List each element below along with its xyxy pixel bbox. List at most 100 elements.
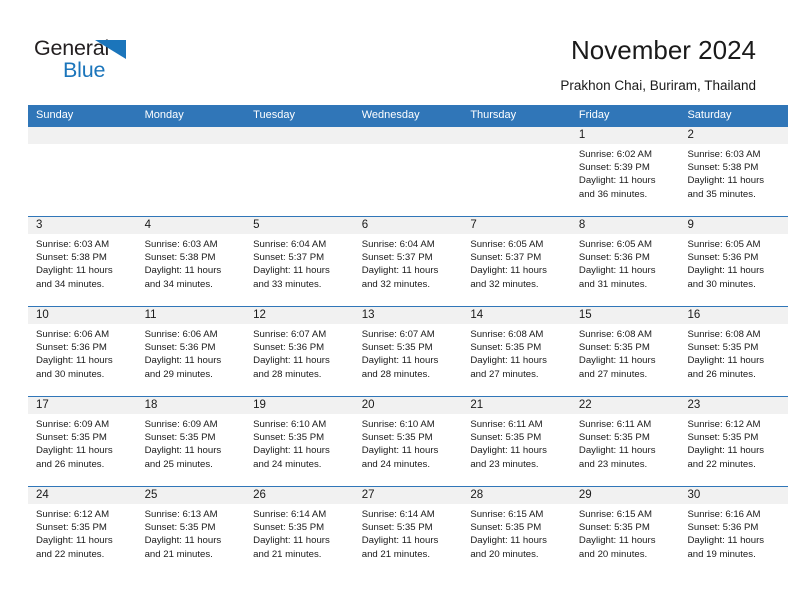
daylight-line-2: and 21 minutes. bbox=[253, 548, 322, 560]
day-number: 4 bbox=[144, 219, 151, 231]
day-cell[interactable] bbox=[245, 144, 354, 215]
daylight-line-2: and 29 minutes. bbox=[144, 368, 213, 380]
week-day-number-band: 17 18 19 20 21 22 23 bbox=[28, 397, 788, 414]
daylight-line-1: Daylight: 11 hours bbox=[470, 445, 547, 457]
sunset-line: Sunset: 5:36 PM bbox=[687, 522, 759, 534]
day-cell[interactable]: Sunrise: 6:14 AM Sunset: 5:35 PM Dayligh… bbox=[354, 504, 463, 575]
daylight-line-1: Daylight: 11 hours bbox=[36, 355, 113, 367]
general-blue-logo[interactable]: General Blue bbox=[34, 36, 164, 88]
daylight-line-2: and 22 minutes. bbox=[36, 548, 105, 560]
page-header: General Blue November 2024 Prakhon Chai,… bbox=[0, 0, 792, 104]
day-cell[interactable]: Sunrise: 6:16 AM Sunset: 5:36 PM Dayligh… bbox=[679, 504, 788, 575]
daylight-line-1: Daylight: 11 hours bbox=[687, 445, 765, 457]
sunset-line: Sunset: 5:35 PM bbox=[578, 432, 650, 444]
sunrise-line: Sunrise: 6:06 AM bbox=[144, 329, 218, 340]
day-number: 18 bbox=[144, 399, 158, 411]
daylight-line-1: Daylight: 11 hours bbox=[361, 445, 439, 457]
day-cell[interactable]: Sunrise: 6:14 AM Sunset: 5:35 PM Dayligh… bbox=[245, 504, 354, 575]
sunrise-line: Sunrise: 6:03 AM bbox=[687, 149, 761, 160]
day-number: 10 bbox=[36, 309, 49, 321]
sunrise-line: Sunrise: 6:15 AM bbox=[578, 509, 652, 520]
sunrise-line: Sunrise: 6:08 AM bbox=[578, 329, 652, 340]
day-number: 5 bbox=[253, 219, 260, 231]
day-cell[interactable]: Sunrise: 6:08 AM Sunset: 5:35 PM Dayligh… bbox=[571, 324, 680, 395]
day-cell[interactable]: Sunrise: 6:03 AM Sunset: 5:38 PM Dayligh… bbox=[137, 234, 246, 305]
day-number: 13 bbox=[361, 309, 375, 321]
sunrise-line: Sunrise: 6:15 AM bbox=[470, 509, 544, 520]
daylight-line-1: Daylight: 11 hours bbox=[687, 355, 765, 367]
day-cell[interactable]: Sunrise: 6:10 AM Sunset: 5:35 PM Dayligh… bbox=[354, 414, 463, 485]
day-cell[interactable]: Sunrise: 6:09 AM Sunset: 5:35 PM Dayligh… bbox=[137, 414, 246, 485]
sunrise-line: Sunrise: 6:03 AM bbox=[144, 239, 218, 250]
day-number: 22 bbox=[578, 399, 592, 411]
daylight-line-2: and 24 minutes. bbox=[253, 458, 322, 470]
sunset-line: Sunset: 5:35 PM bbox=[687, 432, 759, 444]
day-number: 24 bbox=[36, 489, 49, 501]
day-cell[interactable]: Sunrise: 6:11 AM Sunset: 5:35 PM Dayligh… bbox=[571, 414, 680, 485]
daylight-line-2: and 27 minutes. bbox=[578, 368, 648, 380]
day-cell[interactable] bbox=[137, 144, 246, 215]
day-cell[interactable]: Sunrise: 6:08 AM Sunset: 5:35 PM Dayligh… bbox=[462, 324, 571, 395]
daylight-line-1: Daylight: 11 hours bbox=[578, 175, 656, 187]
day-cell[interactable]: Sunrise: 6:04 AM Sunset: 5:37 PM Dayligh… bbox=[245, 234, 354, 305]
day-cell[interactable] bbox=[354, 144, 463, 215]
daylight-line-2: and 25 minutes. bbox=[144, 458, 213, 470]
day-cell[interactable]: Sunrise: 6:09 AM Sunset: 5:35 PM Dayligh… bbox=[28, 414, 137, 485]
weekday-header-sunday: Sunday bbox=[36, 109, 74, 121]
week-row: 3 4 5 6 7 8 9 Sunrise: 6:03 AM Sunset: 5… bbox=[28, 216, 788, 306]
daylight-line-2: and 24 minutes. bbox=[361, 458, 431, 470]
day-cell[interactable]: Sunrise: 6:12 AM Sunset: 5:35 PM Dayligh… bbox=[679, 414, 788, 485]
daylight-line-2: and 34 minutes. bbox=[144, 278, 213, 290]
day-cell[interactable]: Sunrise: 6:12 AM Sunset: 5:35 PM Dayligh… bbox=[28, 504, 137, 575]
sunrise-line: Sunrise: 6:02 AM bbox=[578, 149, 652, 160]
day-cell[interactable] bbox=[28, 144, 137, 215]
day-cell[interactable] bbox=[462, 144, 571, 215]
day-cell[interactable]: Sunrise: 6:15 AM Sunset: 5:35 PM Dayligh… bbox=[571, 504, 680, 575]
daylight-line-1: Daylight: 11 hours bbox=[36, 445, 113, 457]
daylight-line-1: Daylight: 11 hours bbox=[144, 265, 222, 277]
sunrise-line: Sunrise: 6:12 AM bbox=[36, 509, 110, 520]
day-number: 20 bbox=[361, 399, 375, 411]
day-cell[interactable]: Sunrise: 6:10 AM Sunset: 5:35 PM Dayligh… bbox=[245, 414, 354, 485]
day-cell[interactable]: Sunrise: 6:02 AM Sunset: 5:39 PM Dayligh… bbox=[571, 144, 680, 215]
sunrise-line: Sunrise: 6:03 AM bbox=[36, 239, 110, 250]
calendar-grid: Sunday Monday Tuesday Wednesday Thursday… bbox=[28, 105, 788, 576]
day-cell[interactable]: Sunrise: 6:03 AM Sunset: 5:38 PM Dayligh… bbox=[28, 234, 137, 305]
sunset-line: Sunset: 5:35 PM bbox=[687, 342, 759, 354]
weekday-header-wednesday: Wednesday bbox=[361, 109, 420, 121]
daylight-line-1: Daylight: 11 hours bbox=[253, 265, 330, 277]
day-number bbox=[462, 127, 571, 144]
sunset-line: Sunset: 5:35 PM bbox=[144, 432, 216, 444]
day-cell[interactable]: Sunrise: 6:07 AM Sunset: 5:35 PM Dayligh… bbox=[354, 324, 463, 395]
day-cell[interactable]: Sunrise: 6:04 AM Sunset: 5:37 PM Dayligh… bbox=[354, 234, 463, 305]
sunset-line: Sunset: 5:35 PM bbox=[253, 432, 325, 444]
logo-text-blue: Blue bbox=[63, 58, 106, 82]
day-cell[interactable]: Sunrise: 6:13 AM Sunset: 5:35 PM Dayligh… bbox=[137, 504, 246, 575]
day-cell[interactable]: Sunrise: 6:06 AM Sunset: 5:36 PM Dayligh… bbox=[137, 324, 246, 395]
week-detail-band: Sunrise: 6:09 AM Sunset: 5:35 PM Dayligh… bbox=[28, 414, 788, 485]
weekday-header-row: Sunday Monday Tuesday Wednesday Thursday… bbox=[28, 105, 788, 126]
day-cell[interactable]: Sunrise: 6:07 AM Sunset: 5:36 PM Dayligh… bbox=[245, 324, 354, 395]
day-number: 16 bbox=[687, 309, 701, 321]
sunrise-line: Sunrise: 6:12 AM bbox=[687, 419, 761, 430]
day-cell[interactable]: Sunrise: 6:03 AM Sunset: 5:38 PM Dayligh… bbox=[679, 144, 788, 215]
day-cell[interactable]: Sunrise: 6:06 AM Sunset: 5:36 PM Dayligh… bbox=[28, 324, 137, 395]
daylight-line-2: and 36 minutes. bbox=[578, 188, 648, 200]
week-day-number-band: 10 11 12 13 14 15 16 bbox=[28, 307, 788, 324]
day-cell[interactable]: Sunrise: 6:08 AM Sunset: 5:35 PM Dayligh… bbox=[679, 324, 788, 395]
calendar-page: General Blue November 2024 Prakhon Chai,… bbox=[0, 0, 792, 612]
sunrise-line: Sunrise: 6:13 AM bbox=[144, 509, 218, 520]
day-number: 25 bbox=[144, 489, 158, 501]
day-cell[interactable]: Sunrise: 6:15 AM Sunset: 5:35 PM Dayligh… bbox=[462, 504, 571, 575]
sunrise-line: Sunrise: 6:08 AM bbox=[470, 329, 544, 340]
day-cell[interactable]: Sunrise: 6:05 AM Sunset: 5:36 PM Dayligh… bbox=[571, 234, 680, 305]
daylight-line-2: and 31 minutes. bbox=[578, 278, 648, 290]
day-cell[interactable]: Sunrise: 6:05 AM Sunset: 5:36 PM Dayligh… bbox=[679, 234, 788, 305]
week-row: 1 2 Sunrise: 6:02 AM Sunset: 5:39 PM Day… bbox=[28, 126, 788, 216]
daylight-line-1: Daylight: 11 hours bbox=[144, 535, 222, 547]
sunrise-line: Sunrise: 6:07 AM bbox=[361, 329, 435, 340]
day-cell[interactable]: Sunrise: 6:05 AM Sunset: 5:37 PM Dayligh… bbox=[462, 234, 571, 305]
sunset-line: Sunset: 5:36 PM bbox=[144, 342, 216, 354]
day-cell[interactable]: Sunrise: 6:11 AM Sunset: 5:35 PM Dayligh… bbox=[462, 414, 571, 485]
daylight-line-2: and 23 minutes. bbox=[578, 458, 648, 470]
